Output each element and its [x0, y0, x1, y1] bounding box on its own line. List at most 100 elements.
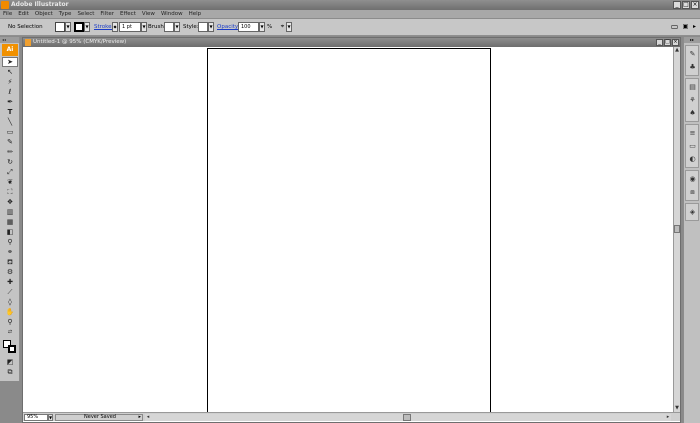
illustrator-logo: Ai [2, 44, 18, 56]
opacity-field[interactable]: 100 [238, 22, 259, 32]
magic-wand-tool-icon[interactable]: ⚡ [2, 77, 18, 87]
mesh-tool-icon[interactable]: ▦ [2, 217, 18, 227]
stroke-swatch[interactable] [74, 22, 84, 32]
status-bar: 95% ▼ Never Saved ▸ ◂ ▸ [23, 412, 680, 421]
scroll-up-arrow-icon[interactable]: ▲ [674, 47, 680, 54]
lasso-tool-icon[interactable]: ℓ [2, 87, 18, 97]
minimize-button[interactable]: _ [673, 1, 681, 9]
maximize-button[interactable]: □ [682, 1, 690, 9]
brush-dropdown[interactable]: ▼ [174, 22, 180, 32]
stroke-weight-field[interactable]: 1 pt [119, 22, 141, 32]
pen-tool-icon[interactable]: ✒ [2, 97, 18, 107]
paintbrush-tool-icon[interactable]: ✎ [2, 137, 18, 147]
menu-edit[interactable]: Edit [18, 10, 29, 18]
opacity-dropdown[interactable]: ▼ [259, 22, 265, 32]
graphic-styles-icon[interactable]: ▤ [686, 81, 699, 93]
doc-minimize-button[interactable]: _ [656, 39, 663, 46]
eraser-tool-icon[interactable]: ◊ [2, 297, 18, 307]
fill-swatch[interactable] [55, 22, 65, 32]
warp-tool-icon[interactable]: ❦ [2, 177, 18, 187]
selection-tool-icon[interactable]: ➤ [2, 57, 18, 67]
stroke-panel-link[interactable]: Stroke: [94, 22, 113, 32]
control-bar-menu-icon[interactable]: ▸ [690, 22, 699, 32]
screen-mode-icon[interactable]: ⧉ [2, 367, 18, 377]
column-graph-tool-icon[interactable]: ▥ [2, 207, 18, 217]
style-field[interactable] [198, 22, 208, 32]
panel-group-styles: ▤ ⚘ ♠ [685, 78, 699, 122]
menu-select[interactable]: Select [77, 10, 94, 18]
vertical-scrollbar[interactable]: ▲ ▼ [673, 47, 680, 412]
canvas-area[interactable] [23, 47, 673, 412]
layers-icon[interactable]: ◈ [686, 206, 699, 218]
menu-filter[interactable]: Filter [100, 10, 114, 18]
stroke-color-dropdown[interactable]: ▼ [84, 22, 90, 32]
pencil-tool-icon[interactable]: ✏ [2, 147, 18, 157]
eyedropper-tool-icon[interactable]: ⚲ [2, 237, 18, 247]
artboard[interactable] [207, 48, 491, 412]
hand-tool-icon[interactable]: ✋ [2, 307, 18, 317]
symbols-icon[interactable]: ♣ [686, 61, 699, 73]
menu-help[interactable]: Help [189, 10, 202, 18]
menu-file[interactable]: File [3, 10, 12, 18]
brush-field[interactable] [164, 22, 174, 32]
style-dropdown[interactable]: ▼ [208, 22, 214, 32]
opacity-panel-link[interactable]: Opacity: [217, 22, 240, 32]
title-bar: Adobe Illustrator _ □ × [0, 0, 700, 10]
swatches-icon[interactable]: ⚘ [686, 94, 699, 106]
bridge-icon[interactable]: ▭ [670, 22, 679, 32]
zoom-tool-icon[interactable]: ⚲ [2, 317, 18, 327]
status-menu-arrow-icon[interactable]: ▸ [138, 415, 141, 420]
scroll-down-arrow-icon[interactable]: ▼ [674, 405, 680, 412]
fill-stroke-widget[interactable] [2, 339, 18, 355]
line-tool-icon[interactable]: ╲ [2, 117, 18, 127]
vertical-scroll-thumb[interactable] [674, 225, 680, 233]
stroke-icon[interactable]: ≡ [686, 127, 699, 139]
scale-tool-icon[interactable]: ⤢ [2, 167, 18, 177]
stroke-color-swatch[interactable] [8, 345, 16, 353]
rectangle-tool-icon[interactable]: ▭ [2, 127, 18, 137]
scroll-right-arrow-icon[interactable]: ▸ [665, 414, 671, 421]
blend-tool-icon[interactable]: ⚭ [2, 247, 18, 257]
recolor-dropdown[interactable]: ▼ [286, 22, 292, 32]
symbol-sprayer-tool-icon[interactable]: ❖ [2, 197, 18, 207]
document-tab[interactable]: Untitled-1 @ 95% (CMYK/Preview) _ □ × [23, 38, 680, 47]
doc-restore-button[interactable]: □ [664, 39, 671, 46]
panel-group-brushes: ✎ ♣ [685, 45, 699, 76]
stroke-weight-stepper[interactable]: ◆ [112, 22, 118, 32]
menu-view[interactable]: View [142, 10, 155, 18]
status-dropdown[interactable]: Never Saved ▸ [55, 414, 143, 421]
live-paint-selection-tool-icon[interactable]: ⚙ [2, 267, 18, 277]
swap-fill-stroke-icon[interactable]: ⇄ [2, 327, 18, 337]
tools-panel-grip[interactable]: ◂◂ [0, 37, 19, 43]
free-transform-tool-icon[interactable]: ⛶ [2, 187, 18, 197]
crop-area-tool-icon[interactable]: ✚ [2, 277, 18, 287]
rotate-tool-icon[interactable]: ↻ [2, 157, 18, 167]
navigator-icon[interactable]: ⧈ [686, 186, 699, 198]
gradient-icon[interactable]: ▭ [686, 140, 699, 152]
color-icon[interactable]: ♠ [686, 107, 699, 119]
horizontal-scrollbar[interactable]: ◂ ▸ [145, 414, 671, 421]
color-mode-icon[interactable]: ◩ [2, 357, 18, 367]
menu-type[interactable]: Type [59, 10, 72, 18]
doc-close-button[interactable]: × [672, 39, 679, 46]
close-button[interactable]: × [691, 1, 699, 9]
scroll-left-arrow-icon[interactable]: ◂ [145, 414, 151, 421]
menu-effect[interactable]: Effect [120, 10, 136, 18]
gradient-tool-icon[interactable]: ◧ [2, 227, 18, 237]
workspace-icon[interactable]: ▣ [681, 22, 690, 32]
zoom-dropdown[interactable]: ▼ [48, 414, 53, 421]
menu-object[interactable]: Object [35, 10, 53, 18]
slice-tool-icon[interactable]: ⟋ [2, 287, 18, 297]
panel-dock-grip[interactable]: ▸▸ [684, 37, 700, 43]
direct-selection-tool-icon[interactable]: ↖ [2, 67, 18, 77]
zoom-level-field[interactable]: 95% [24, 414, 48, 421]
stroke-weight-dropdown[interactable]: ▼ [141, 22, 147, 32]
fill-dropdown[interactable]: ▼ [65, 22, 71, 32]
transparency-icon[interactable]: ◐ [686, 153, 699, 165]
menu-window[interactable]: Window [161, 10, 183, 18]
live-paint-tool-icon[interactable]: ⛾ [2, 257, 18, 267]
brushes-icon[interactable]: ✎ [686, 48, 699, 60]
appearance-icon[interactable]: ◉ [686, 173, 699, 185]
type-tool-icon[interactable]: T [2, 107, 18, 117]
horizontal-scroll-thumb[interactable] [403, 414, 411, 421]
